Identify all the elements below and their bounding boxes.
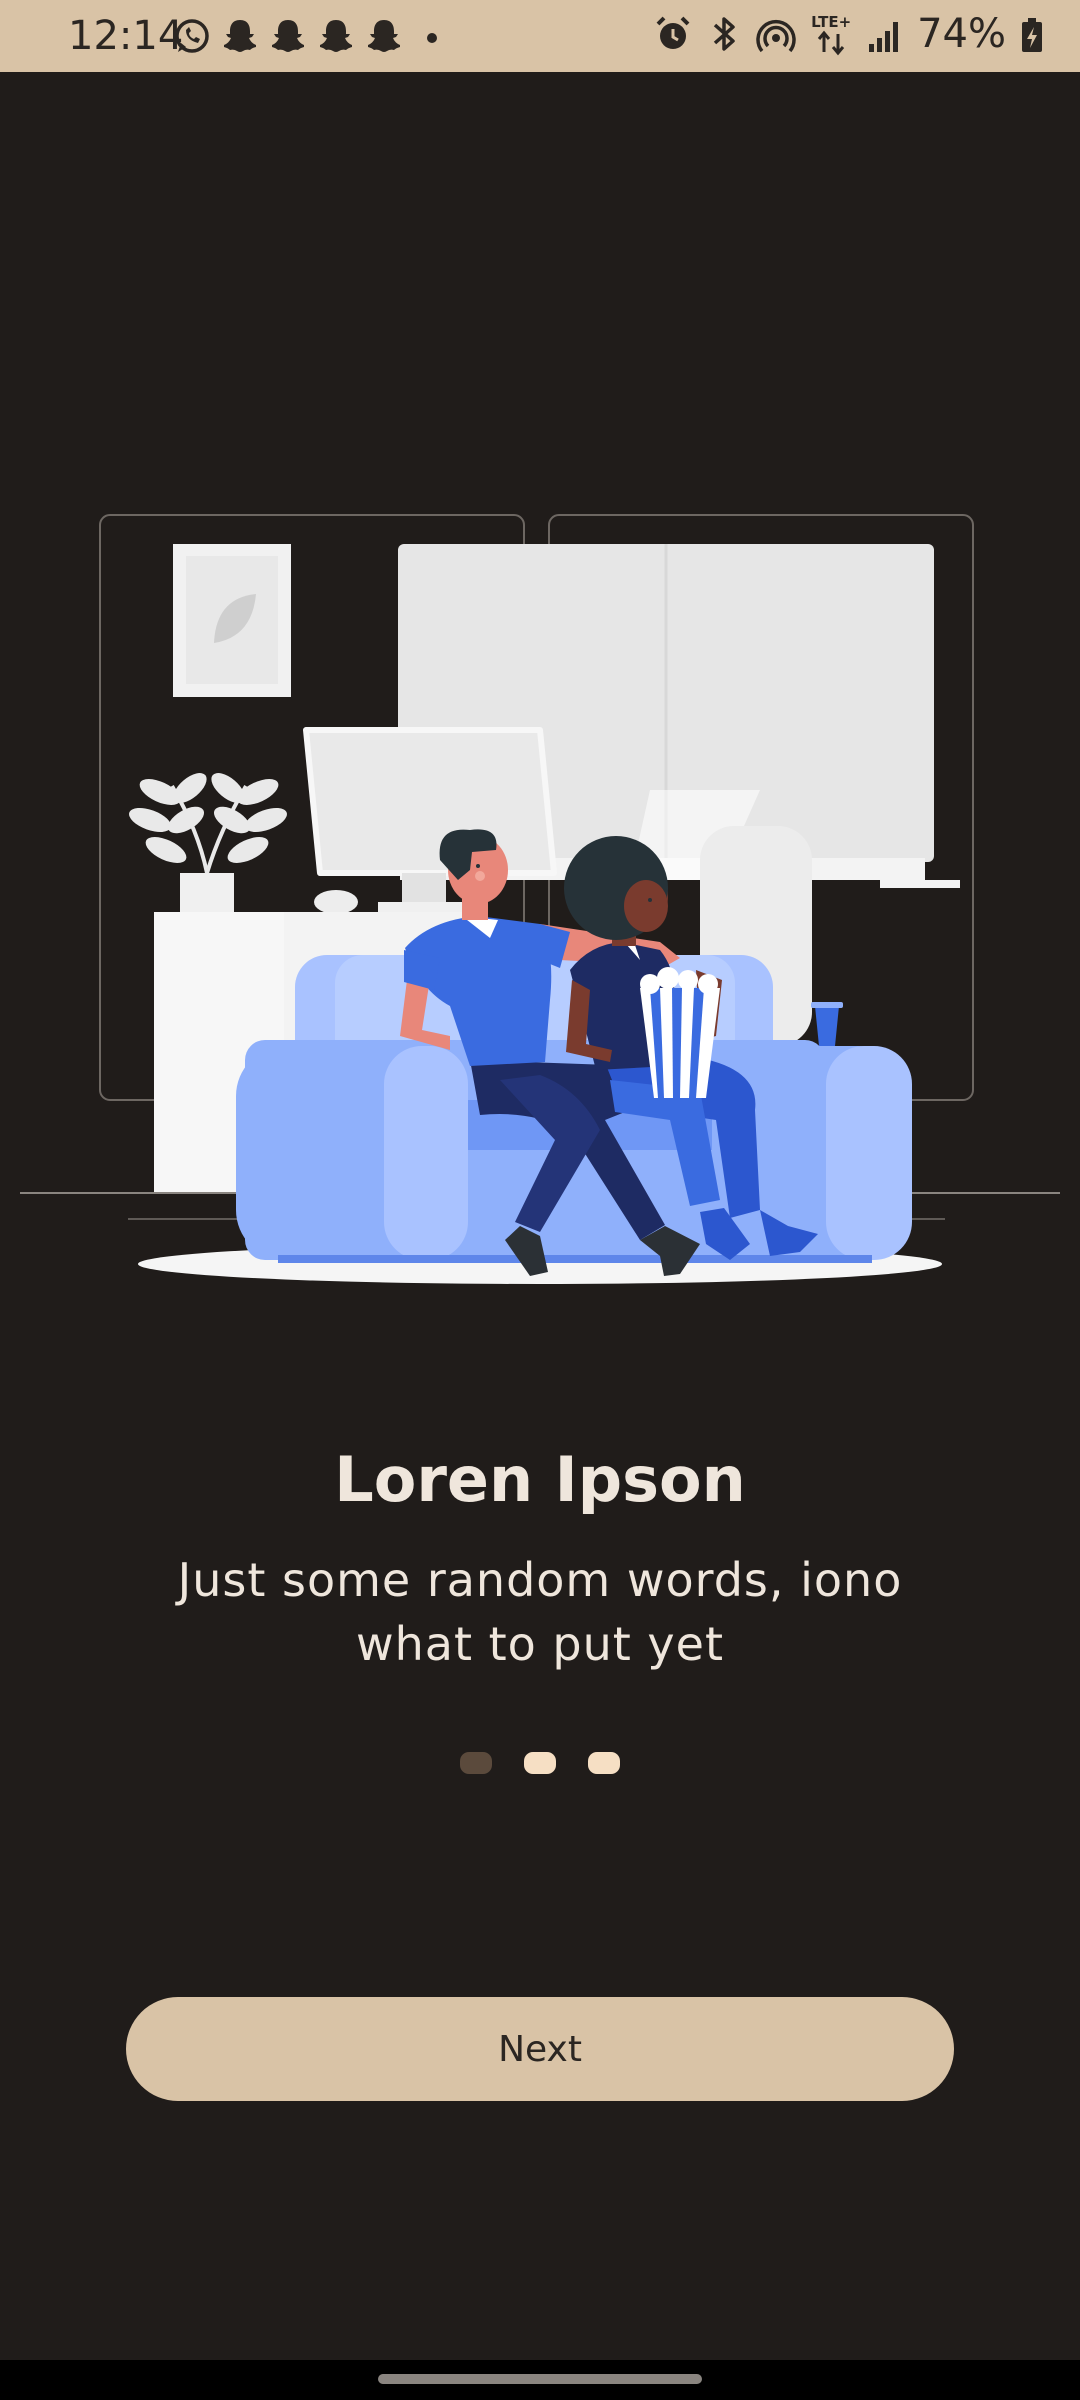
signal-icon [867, 12, 903, 56]
monitor [303, 727, 557, 876]
dot-icon [426, 16, 438, 56]
onboarding-screen: 12:14 LTE+ 74% Loren Ipson Just some ran… [0, 0, 1080, 2400]
onboarding-title: Loren Ipson [334, 1443, 746, 1516]
bluetooth-icon [707, 12, 741, 56]
system-icons: LTE+ 74% [653, 12, 1044, 56]
hotspot-icon [755, 12, 797, 56]
page-dot-3[interactable] [588, 1752, 620, 1774]
notification-icons [172, 16, 438, 56]
navigation-bar [0, 2360, 1080, 2400]
battery-percentage: 74% [917, 11, 1006, 57]
snapchat-icon [220, 16, 260, 56]
home-gesture-handle[interactable] [378, 2374, 702, 2384]
page-dot-1[interactable] [460, 1752, 492, 1774]
battery-charging-icon [1020, 12, 1044, 56]
snapchat-icon [268, 16, 308, 56]
plant-pot [180, 873, 234, 913]
whatsapp-icon [172, 16, 212, 56]
snapchat-icon [364, 16, 404, 56]
status-bar: 12:14 LTE+ 74% [0, 0, 1080, 72]
onboarding-illustration [20, 514, 1060, 1284]
page-dot-2[interactable] [524, 1752, 556, 1774]
lte-icon: LTE+ [811, 12, 853, 56]
snapchat-icon [316, 16, 356, 56]
page-indicator [0, 1752, 1080, 1774]
plant [129, 773, 287, 874]
status-time: 12:14 [68, 13, 184, 59]
next-button[interactable]: Next [126, 1997, 954, 2101]
alarm-icon [653, 12, 693, 56]
onboarding-subtitle: Just some random words, iono what to put… [177, 1553, 903, 1671]
